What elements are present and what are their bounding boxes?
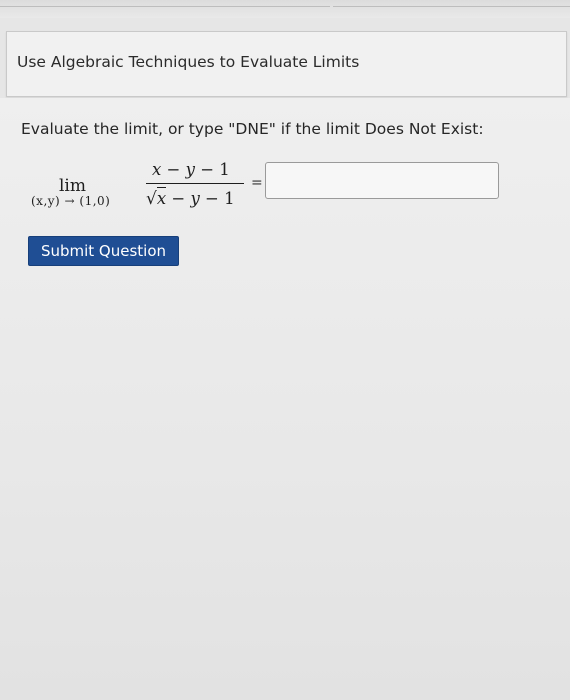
numerator-rest: − 1 [194, 160, 230, 179]
sqrt-icon: √ [146, 189, 157, 209]
lim-word: lim [59, 176, 86, 196]
top-strip [0, 0, 570, 18]
equals-sign: = [251, 175, 263, 191]
question-prompt: Evaluate the limit, or type "DNE" if the… [21, 120, 484, 138]
fraction-bar [146, 183, 244, 184]
fraction-denominator: √x − y − 1 [146, 187, 235, 209]
tab-edge-left [0, 6, 330, 13]
tab-edge-right [333, 6, 570, 13]
sqrt-radicand: x [156, 187, 167, 208]
lim-approach: (x,y) → (1,0) [31, 194, 111, 208]
denominator-minus: − [166, 189, 191, 208]
submit-question-button[interactable]: Submit Question [28, 236, 179, 266]
denominator-rest: − 1 [199, 189, 235, 208]
header-card: Use Algebraic Techniques to Evaluate Lim… [6, 31, 567, 97]
numerator-var-y: y [185, 160, 195, 179]
fraction-numerator: x − y − 1 [152, 160, 230, 179]
question-panel: Evaluate the limit, or type "DNE" if the… [0, 98, 570, 700]
answer-input[interactable] [265, 162, 499, 199]
denominator-var-y: y [190, 189, 200, 208]
numerator-minus: − [161, 160, 186, 179]
page-title: Use Algebraic Techniques to Evaluate Lim… [17, 53, 360, 71]
numerator-var-x: x [152, 160, 162, 179]
